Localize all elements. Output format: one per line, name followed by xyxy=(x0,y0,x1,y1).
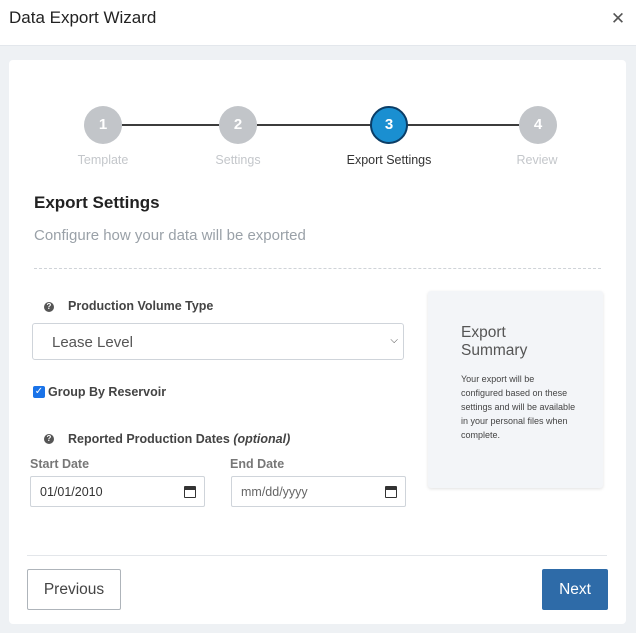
step-1-circle[interactable]: 1 xyxy=(84,106,122,144)
export-summary-panel: Export Summary Your export will be confi… xyxy=(428,291,603,488)
step-3-circle[interactable]: 3 xyxy=(370,106,408,144)
wizard-card: 1 2 3 4 Template Settings Export Setting… xyxy=(9,60,626,624)
chevron-down-icon: ⌵ xyxy=(390,335,398,346)
volume-type-value: Lease Level xyxy=(52,334,133,351)
end-date-placeholder: mm/dd/yyyy xyxy=(241,485,308,499)
dates-label-text: Reported Production Dates xyxy=(68,432,230,446)
start-date-value: 01/01/2010 xyxy=(40,485,103,499)
next-button[interactable]: Next xyxy=(542,569,608,610)
dates-label: Reported Production Dates (optional) xyxy=(68,432,290,446)
close-icon[interactable]: ✕ xyxy=(610,9,626,29)
volume-type-label: Production Volume Type xyxy=(68,299,214,313)
title-bar: Data Export Wizard ✕ xyxy=(0,0,636,46)
optional-tag: (optional) xyxy=(233,432,291,446)
footer-divider xyxy=(27,555,607,556)
end-date-label: End Date xyxy=(230,457,285,471)
step-1-label: Template xyxy=(77,153,129,167)
window-title: Data Export Wizard xyxy=(9,8,157,27)
calendar-icon[interactable] xyxy=(184,486,196,498)
calendar-icon[interactable] xyxy=(385,486,397,498)
section-subtitle: Configure how your data will be exported xyxy=(34,227,306,244)
help-icon[interactable]: ? xyxy=(44,302,54,312)
start-date-field[interactable]: 01/01/2010 xyxy=(30,476,205,507)
help-icon[interactable]: ? xyxy=(44,434,54,444)
group-by-checkbox[interactable]: ✓ xyxy=(33,386,45,398)
section-title: Export Settings xyxy=(34,193,160,212)
summary-text: Your export will be configured based on … xyxy=(461,374,576,440)
step-3-label: Export Settings xyxy=(346,153,432,167)
volume-type-select[interactable]: Lease Level ⌵ xyxy=(32,323,404,360)
start-date-label: Start Date xyxy=(30,457,90,471)
group-by-label[interactable]: Group By Reservoir xyxy=(48,385,166,399)
step-2-circle[interactable]: 2 xyxy=(219,106,257,144)
end-date-field[interactable]: mm/dd/yyyy xyxy=(231,476,406,507)
section-divider xyxy=(34,268,601,269)
step-4-circle[interactable]: 4 xyxy=(519,106,557,144)
previous-button[interactable]: Previous xyxy=(27,569,121,610)
step-4-label: Review xyxy=(516,153,558,167)
step-2-label: Settings xyxy=(215,153,261,167)
summary-title: Export Summary xyxy=(461,324,528,359)
